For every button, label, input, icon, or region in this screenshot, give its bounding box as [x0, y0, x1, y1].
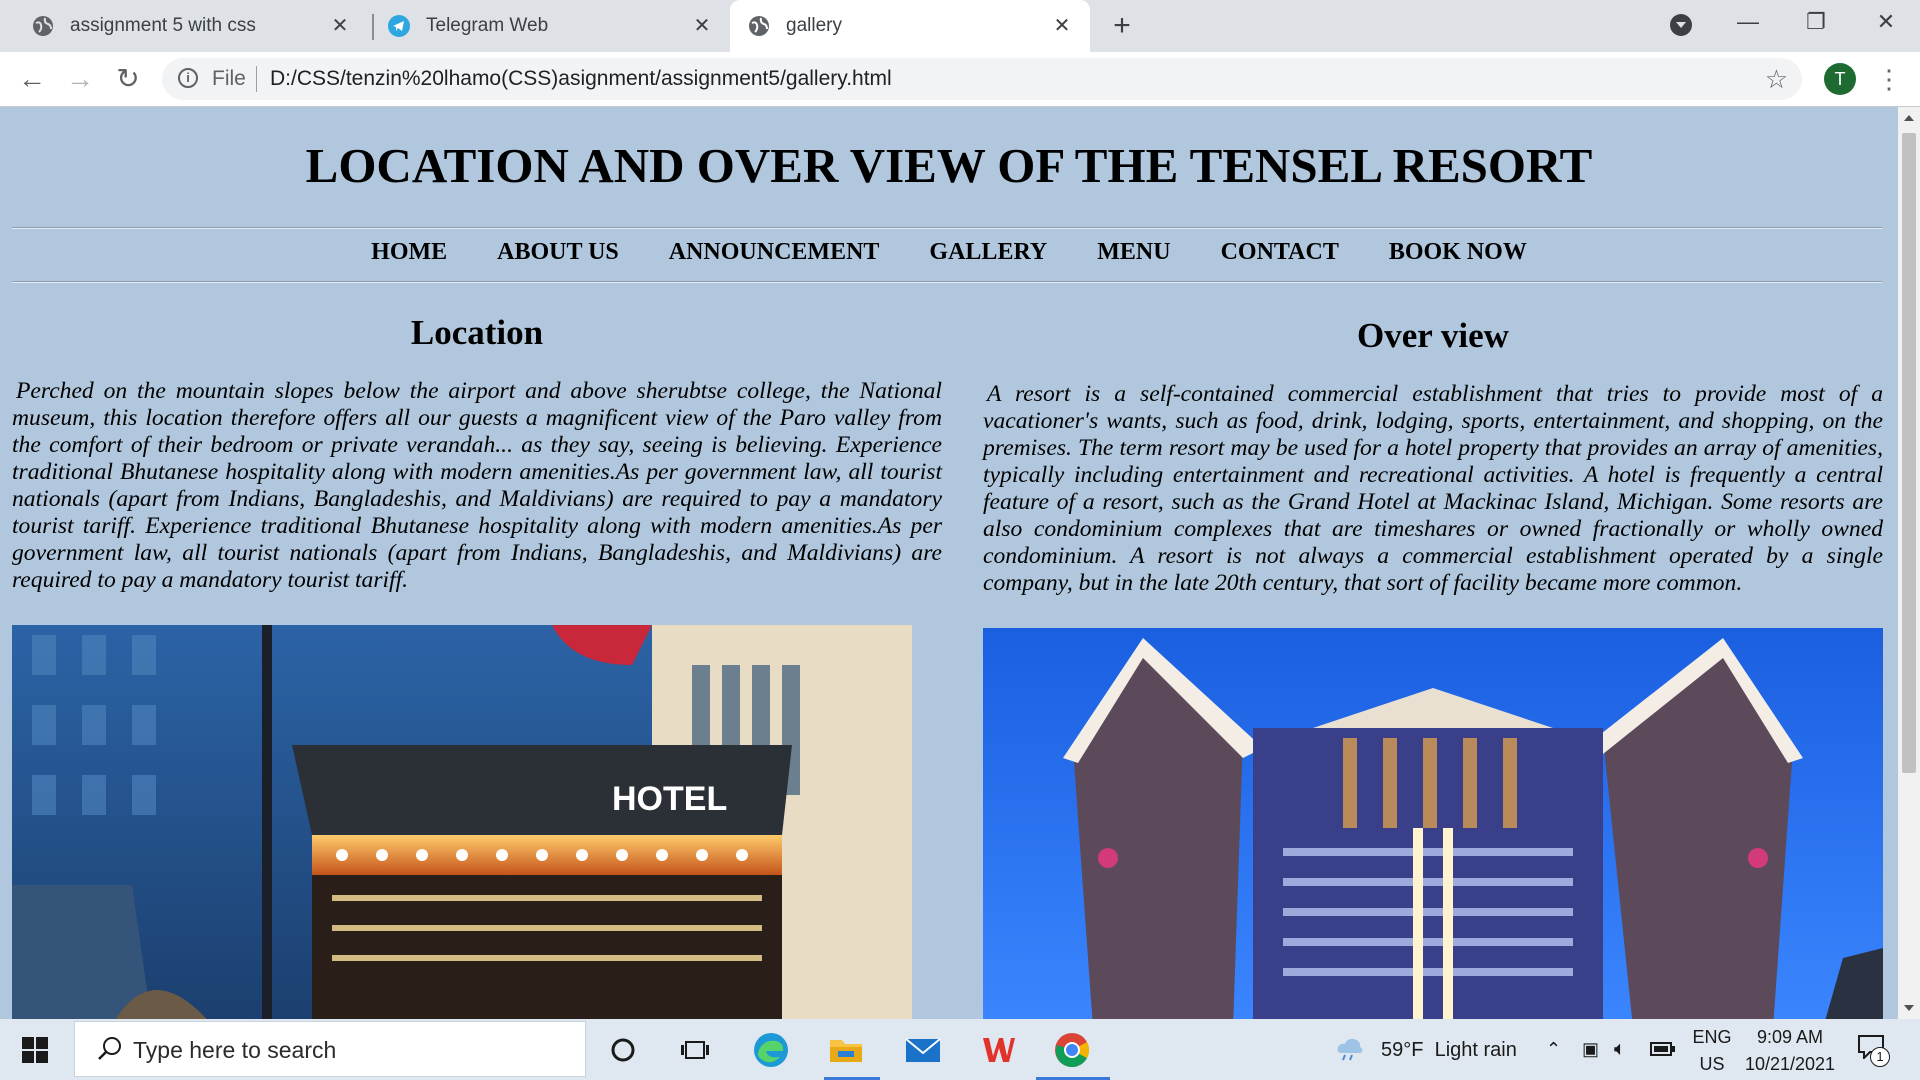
- location-heading: Location: [410, 313, 544, 352]
- profile-avatar[interactable]: T: [1824, 63, 1856, 95]
- page-viewport: LOCATION AND OVER VIEW OF THE TENSEL RES…: [0, 107, 1898, 1019]
- tab-gallery[interactable]: gallery ✕: [730, 0, 1090, 52]
- divider: [12, 281, 1882, 283]
- tab-strip: assignment 5 with css ✕ Telegram Web ✕ g…: [0, 0, 1920, 52]
- close-icon[interactable]: ✕: [330, 16, 350, 36]
- nav-about-us[interactable]: ABOUT US: [497, 239, 619, 266]
- lang-top: ENG: [1692, 1027, 1732, 1047]
- clock[interactable]: 9:09 AM 10/21/2021: [1740, 1019, 1840, 1080]
- hotel-sign-text: HOTEL: [612, 780, 727, 818]
- notification-center[interactable]: 1: [1856, 1019, 1892, 1080]
- language-indicator[interactable]: ENG US: [1692, 1019, 1732, 1080]
- nav-announcement[interactable]: ANNOUNCEMENT: [669, 239, 880, 266]
- volume-icon[interactable]: 🔈︎: [1614, 1019, 1638, 1080]
- info-icon[interactable]: i: [178, 68, 198, 88]
- tab-assignment5[interactable]: assignment 5 with css ✕: [0, 0, 368, 52]
- reload-icon[interactable]: ↻: [110, 61, 146, 97]
- globe-icon: [32, 15, 54, 37]
- address-bar[interactable]: i File D:/CSS/tenzin%20lhamo(CSS)asignme…: [162, 58, 1802, 100]
- clock-date: 10/21/2021: [1744, 1054, 1836, 1074]
- clock-time: 9:09 AM: [1756, 1027, 1824, 1047]
- chevron-up-icon[interactable]: ⌃: [1546, 1019, 1566, 1080]
- menu-dots-icon[interactable]: ⋮: [1876, 64, 1902, 94]
- globe-icon: [748, 15, 770, 37]
- nav-gallery[interactable]: GALLERY: [929, 239, 1047, 266]
- battery-icon[interactable]: [1650, 1019, 1678, 1080]
- back-arrow-icon[interactable]: ←: [14, 61, 50, 97]
- page-scrollbar[interactable]: [1898, 107, 1920, 1019]
- overview-heading: Over view: [1357, 316, 1509, 355]
- browser-toolbar: ← → ↻ i File D:/CSS/tenzin%20lhamo(CSS)a…: [0, 52, 1920, 107]
- hotel-entrance-image: HOTEL: [12, 625, 912, 1019]
- bookmark-star-icon[interactable]: ☆: [1765, 64, 1788, 95]
- tab-telegram[interactable]: Telegram Web ✕: [376, 0, 730, 52]
- meet-now-icon[interactable]: ▣: [1582, 1019, 1602, 1080]
- scheme-label: File: [212, 67, 246, 90]
- overview-text: A resort is a self-contained commercial …: [983, 381, 1883, 596]
- scroll-thumb[interactable]: [1902, 133, 1916, 773]
- minimize-button[interactable]: —: [1718, 0, 1778, 44]
- lang-bottom: US: [1699, 1054, 1725, 1074]
- taskbar-search-box[interactable]: Type here to search: [74, 1021, 586, 1077]
- location-section: Location Perched on the mountain slopes …: [12, 313, 942, 594]
- wps-office-icon[interactable]: [976, 1027, 1022, 1073]
- scroll-up-arrow-icon[interactable]: [1904, 115, 1914, 121]
- weather-text: 59°F Light rain: [1381, 1039, 1517, 1061]
- scroll-down-arrow-icon[interactable]: [1904, 1005, 1914, 1011]
- cortana-icon[interactable]: [600, 1027, 646, 1073]
- close-window-button[interactable]: ✕: [1856, 0, 1916, 44]
- search-icon: [98, 1037, 121, 1060]
- close-icon[interactable]: ✕: [1052, 16, 1072, 36]
- telegram-icon: [388, 15, 410, 37]
- file-explorer-icon[interactable]: [823, 1027, 869, 1073]
- overview-section: Over view A resort is a self-contained c…: [983, 316, 1883, 597]
- weather-widget[interactable]: 59°F Light rain: [1336, 1019, 1526, 1080]
- task-view-icon[interactable]: [672, 1027, 718, 1073]
- divider: [12, 227, 1882, 229]
- windows-start-icon[interactable]: [22, 1037, 48, 1063]
- mail-icon[interactable]: [900, 1027, 946, 1073]
- tab-separator: [372, 14, 374, 40]
- main-nav: HOME ABOUT US ANNOUNCEMENT GALLERY MENU …: [0, 239, 1898, 266]
- url-text[interactable]: D:/CSS/tenzin%20lhamo(CSS)asignment/assi…: [270, 67, 892, 91]
- chrome-icon[interactable]: [1049, 1027, 1095, 1073]
- page-title: LOCATION AND OVER VIEW OF THE TENSEL RES…: [305, 138, 1593, 193]
- tab-title: gallery: [786, 15, 842, 36]
- search-placeholder: Type here to search: [133, 1037, 337, 1063]
- nav-menu[interactable]: MENU: [1097, 239, 1170, 266]
- rain-cloud-icon: [1337, 1038, 1363, 1061]
- edge-browser-icon[interactable]: [748, 1027, 794, 1073]
- nav-contact[interactable]: CONTACT: [1221, 239, 1339, 266]
- windows-taskbar: Type here to search 59°F Light rain ⌃ ▣ …: [0, 1019, 1920, 1080]
- notification-count: 1: [1870, 1047, 1890, 1067]
- tab-title: assignment 5 with css: [70, 15, 256, 36]
- tab-search-icon[interactable]: [1670, 14, 1692, 36]
- divider: [256, 66, 257, 92]
- nav-book-now[interactable]: BOOK NOW: [1389, 239, 1527, 266]
- restore-button[interactable]: ❐: [1786, 0, 1846, 44]
- location-text: Perched on the mountain slopes below the…: [12, 378, 942, 593]
- tab-title: Telegram Web: [426, 15, 549, 36]
- close-icon[interactable]: ✕: [692, 16, 712, 36]
- nav-home[interactable]: HOME: [371, 239, 447, 266]
- resort-building-image: [983, 628, 1883, 1019]
- forward-arrow-icon[interactable]: →: [62, 61, 98, 97]
- new-tab-button[interactable]: +: [1106, 10, 1138, 42]
